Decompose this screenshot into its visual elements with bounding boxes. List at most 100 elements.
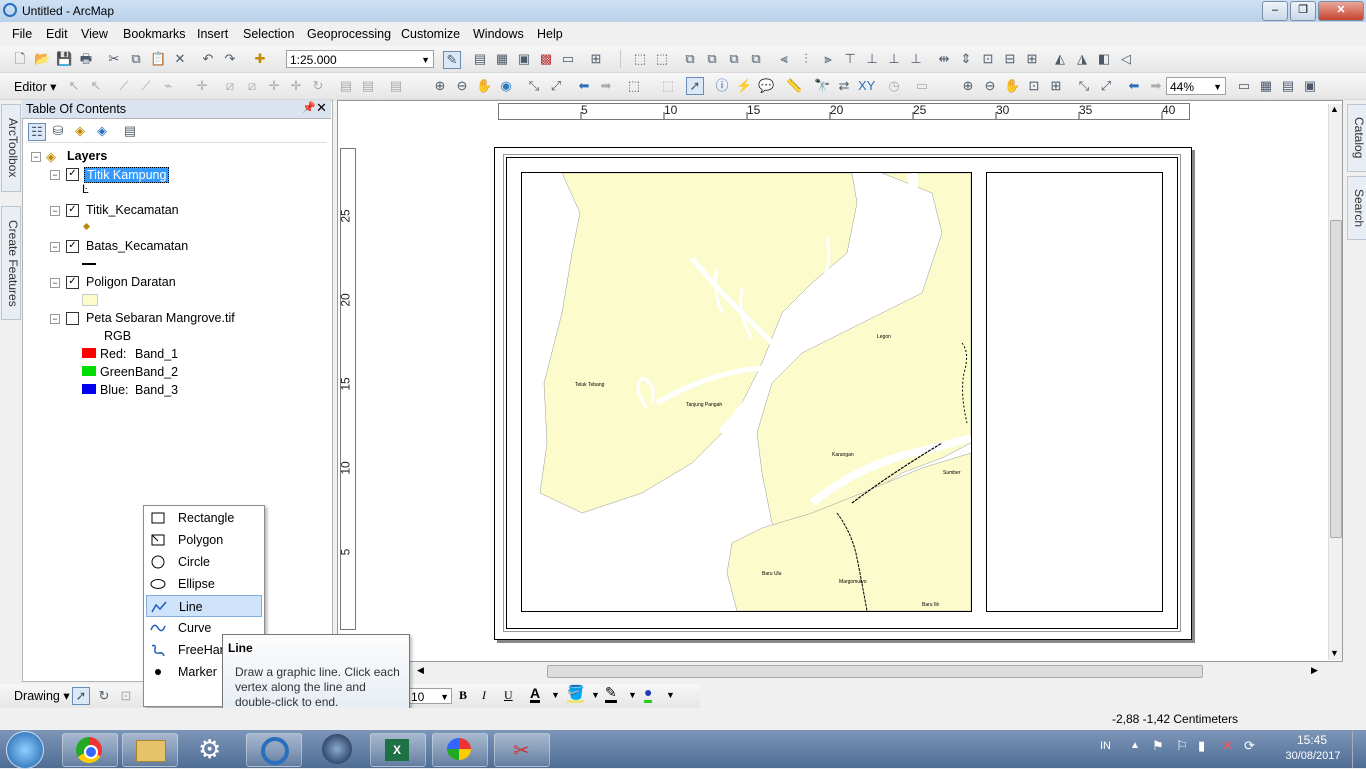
make-same-height-icon[interactable]: ⊞ — [1024, 51, 1040, 67]
arcmap-taskbar-icon[interactable] — [246, 733, 302, 767]
time-slider-icon[interactable]: ◷ — [886, 78, 902, 94]
toc-options-icon[interactable]: ▤ — [122, 123, 138, 139]
menu-bookmarks[interactable]: Bookmarks — [123, 27, 186, 41]
html-popup-icon[interactable]: 💬 — [758, 78, 774, 94]
layer-name[interactable]: Poligon Daratan — [86, 275, 176, 289]
measure-icon[interactable]: 📏 — [786, 78, 802, 94]
font-color-icon[interactable]: A — [530, 686, 541, 703]
arctoolbox-icon[interactable]: ▩ — [538, 51, 554, 67]
split-icon[interactable]: ✛ — [288, 78, 304, 94]
catalog-tab[interactable]: Catalog — [1347, 104, 1366, 172]
font-color-dropdown-icon[interactable]: ▼ — [551, 690, 560, 700]
arccatalog-taskbar-icon[interactable]: ⚙ — [198, 734, 221, 765]
marker-color-dropdown-icon[interactable]: ▼ — [666, 690, 675, 700]
select-elements-icon[interactable]: ➚ — [686, 77, 704, 95]
layer-checkbox[interactable]: ✓ — [66, 240, 79, 253]
fill-color-dropdown-icon[interactable]: ▼ — [591, 690, 600, 700]
list-by-selection-icon[interactable]: ◈ — [94, 123, 110, 139]
editor-dropdown[interactable]: Editor ▾ — [14, 79, 56, 94]
layer-expander[interactable]: − — [50, 278, 60, 288]
clear-selection-icon[interactable]: ⬚ — [660, 78, 676, 94]
vertical-scrollbar[interactable]: ▲ ▼ — [1328, 104, 1342, 660]
zoom-out-icon[interactable]: ⊖ — [454, 78, 470, 94]
horizontal-scroll-thumb[interactable] — [547, 665, 1203, 678]
straight-segment-icon[interactable]: ⟋ — [116, 78, 132, 94]
drawing-dropdown[interactable]: Drawing ▾ — [14, 688, 70, 703]
line-color-icon[interactable]: ✎ — [605, 685, 617, 703]
align-center-icon[interactable]: ⫶ — [798, 51, 814, 67]
zoom-whole-page-icon[interactable]: ⊡ — [1026, 78, 1042, 94]
menu-selection[interactable]: Selection — [243, 27, 294, 41]
endpoint-arc-icon[interactable]: ⟋ — [138, 78, 154, 94]
make-same-width-icon[interactable]: ⊟ — [1002, 51, 1018, 67]
layer-checkbox[interactable]: ✓ — [66, 168, 79, 181]
font-size-combo[interactable]: 10 ▼ — [408, 688, 452, 704]
full-extent-icon[interactable]: ◉ — [498, 78, 514, 94]
layer-expander[interactable]: − — [50, 242, 60, 252]
clock-date[interactable]: 30/08/2017 — [1278, 750, 1348, 762]
network-icon[interactable]: ⚐ — [1176, 738, 1188, 754]
menu-windows[interactable]: Windows — [473, 27, 524, 41]
italic-button[interactable]: I — [482, 688, 486, 703]
menu-geoprocessing[interactable]: Geoprocessing — [307, 27, 391, 41]
menu-view[interactable]: View — [81, 27, 108, 41]
redo-icon[interactable]: ↷ — [222, 51, 238, 67]
layer-checkbox[interactable]: ✓ — [66, 276, 79, 289]
data-driven-pages-icon[interactable]: ▣ — [1302, 78, 1318, 94]
list-by-drawing-order-icon[interactable]: ☷ — [28, 123, 46, 141]
maximize-button[interactable]: ❐ — [1290, 1, 1316, 21]
globe-taskbar-icon[interactable] — [322, 734, 352, 764]
excel-taskbar-icon[interactable]: X — [370, 733, 426, 767]
reshape-icon[interactable]: ⧄ — [244, 78, 260, 94]
list-by-visibility-icon[interactable]: ◈ — [72, 123, 88, 139]
undo-icon[interactable]: ↶ — [200, 51, 216, 67]
layer-name[interactable]: Titik Kampung — [84, 167, 170, 183]
catalog-window-icon[interactable]: ▦ — [494, 51, 510, 67]
create-features-tab[interactable]: Create Features — [1, 206, 21, 320]
open-folder-icon[interactable]: 📂 — [34, 51, 50, 67]
action-center-icon[interactable]: ⚑ — [1152, 738, 1164, 754]
rotate-right-icon[interactable]: ◮ — [1074, 51, 1090, 67]
trace-icon[interactable]: ⌁ — [160, 78, 176, 94]
send-backward-icon[interactable]: ⧉ — [748, 51, 764, 67]
cut-icon[interactable]: ✂ — [106, 51, 122, 67]
layer-name[interactable]: Batas_Kecamatan — [86, 239, 188, 253]
layer-expander[interactable]: − — [50, 314, 60, 324]
show-hidden-icons-icon[interactable]: ▲ — [1130, 740, 1140, 751]
table-of-contents-icon[interactable]: ▤ — [472, 51, 488, 67]
create-viewer-icon[interactable]: ▭ — [914, 78, 930, 94]
explorer-taskbar-icon[interactable] — [122, 733, 178, 767]
model-builder-icon[interactable]: ⊞ — [588, 51, 604, 67]
marker-color-icon[interactable]: ● — [644, 685, 653, 703]
layout-forward-icon[interactable]: ➡ — [1148, 78, 1164, 94]
pan-hand-icon[interactable]: ✋ — [476, 78, 492, 94]
menu-help[interactable]: Help — [537, 27, 563, 41]
attributes-icon[interactable]: ▤ — [338, 78, 354, 94]
menu-item-circle[interactable]: Circle — [146, 551, 262, 573]
select-elements-icon[interactable]: ➚ — [72, 687, 90, 705]
sketch-properties-icon[interactable]: ▤ — [360, 78, 376, 94]
volume-muted-icon[interactable]: ✕ — [1222, 738, 1233, 754]
language-indicator[interactable]: IN — [1100, 740, 1111, 752]
paste-icon[interactable]: 📋 — [150, 51, 166, 67]
battery-icon[interactable]: ▮ — [1198, 738, 1205, 754]
search-tab[interactable]: Search — [1347, 176, 1366, 240]
bring-front-icon[interactable]: ⧉ — [682, 51, 698, 67]
menu-item-ellipse[interactable]: Ellipse — [146, 573, 262, 595]
find-icon[interactable]: 🔭 — [814, 78, 830, 94]
snipping-tool-taskbar-icon[interactable]: ✂ — [494, 733, 550, 767]
layout-zoom-out-icon[interactable]: ⊖ — [982, 78, 998, 94]
pin-icon[interactable]: 📌 — [302, 101, 316, 114]
chrome-taskbar-icon[interactable] — [62, 733, 118, 767]
bold-button[interactable]: B — [459, 688, 467, 703]
hyperlink-icon[interactable]: ⚡ — [736, 78, 752, 94]
ungroup-icon[interactable]: ⬚ — [654, 51, 670, 67]
group-icon[interactable]: ⬚ — [632, 51, 648, 67]
layout-zoom-combo[interactable]: 44% ▼ — [1166, 77, 1226, 95]
layout-back-icon[interactable]: ⬅ — [1126, 78, 1142, 94]
clock-time[interactable]: 15:45 — [1282, 733, 1342, 747]
print-icon[interactable]: 🖶 — [78, 51, 94, 67]
forward-extent-icon[interactable]: ➡ — [598, 78, 614, 94]
edit-vertices-icon[interactable]: ⧄ — [222, 78, 238, 94]
create-features-icon[interactable]: ▤ — [388, 78, 404, 94]
